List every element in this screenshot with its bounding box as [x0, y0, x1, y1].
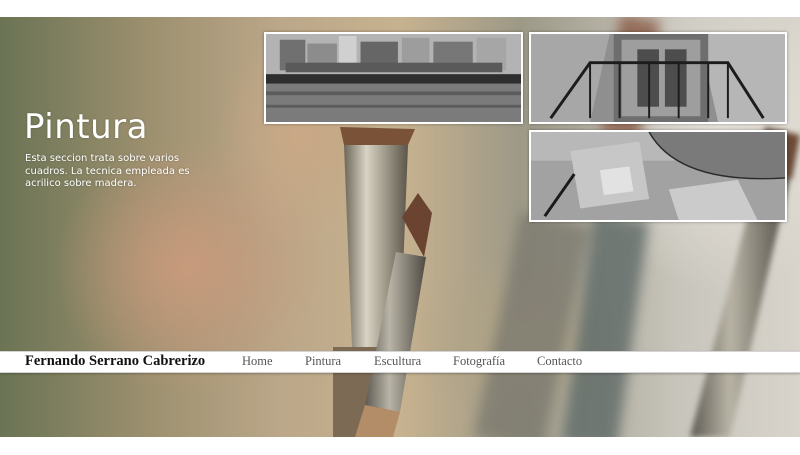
gallery-thumbnail-1[interactable]	[264, 32, 523, 124]
nav-pintura[interactable]: Pintura	[305, 354, 341, 369]
gallery-thumbnail-3[interactable]	[529, 130, 787, 222]
gallery-image-1	[266, 34, 521, 122]
site-brand[interactable]: Fernando Serrano Cabrerizo	[25, 353, 205, 370]
nav-escultura[interactable]: Escultura	[374, 354, 421, 369]
hero-background: Pintura Esta seccion trata sobre varios …	[0, 17, 800, 437]
section-title: Pintura	[24, 107, 148, 147]
nav-home[interactable]: Home	[242, 354, 273, 369]
gallery-image-2	[531, 34, 785, 122]
gallery-image-3	[531, 132, 785, 220]
main-navbar: Fernando Serrano Cabrerizo Home Pintura …	[0, 351, 800, 373]
nav-fotografia[interactable]: Fotografía	[453, 354, 505, 369]
section-description: Esta seccion trata sobre varios cuadros.…	[25, 153, 190, 189]
gallery-thumbnail-2[interactable]	[529, 32, 787, 124]
nav-contacto[interactable]: Contacto	[537, 354, 582, 369]
